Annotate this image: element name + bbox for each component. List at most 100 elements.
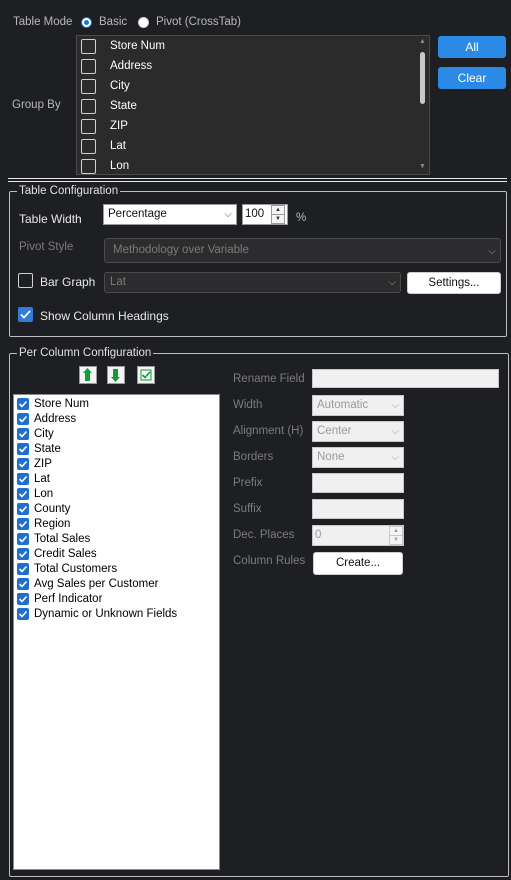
alignment-label: Alignment (H) bbox=[233, 425, 304, 437]
width-label: Width bbox=[233, 399, 263, 411]
checkbox[interactable] bbox=[17, 503, 29, 515]
group-by-list[interactable]: Store Num Address City State ZIP Lat Lon… bbox=[76, 35, 430, 175]
pivot-style-label: Pivot Style bbox=[19, 241, 74, 253]
spin-down-icon[interactable]: ▼ bbox=[271, 214, 285, 224]
checkbox[interactable] bbox=[17, 533, 29, 545]
pivot-style-select[interactable]: Methodology over Variable ⌵ bbox=[104, 238, 501, 263]
group-by-scrollbar[interactable]: ▲ ▼ bbox=[417, 36, 429, 174]
bar-graph-label[interactable]: Bar Graph bbox=[40, 275, 95, 289]
chevron-down-icon: ⌵ bbox=[391, 452, 399, 463]
list-item-label: Lon bbox=[34, 488, 54, 500]
divider bbox=[8, 181, 507, 182]
checkbox[interactable] bbox=[17, 548, 29, 560]
chevron-down-icon: ⌵ bbox=[391, 426, 399, 437]
checkbox[interactable] bbox=[81, 39, 96, 54]
checkbox[interactable] bbox=[17, 398, 29, 410]
width-value: Automatic bbox=[317, 399, 369, 411]
list-item-label: State bbox=[34, 443, 61, 455]
column-list[interactable]: Store Num Address City State ZIP Lat Lon… bbox=[13, 394, 220, 870]
settings-button[interactable]: Settings... bbox=[407, 272, 501, 294]
list-item-label: Total Customers bbox=[34, 563, 118, 575]
list-item-label: Address bbox=[110, 60, 153, 72]
alignment-select[interactable]: Center ⌵ bbox=[312, 421, 404, 442]
checkbox[interactable] bbox=[17, 443, 29, 455]
table-width-label: Table Width bbox=[19, 212, 82, 226]
checkbox[interactable] bbox=[17, 488, 29, 500]
per-column-legend: Per Column Configuration bbox=[17, 347, 154, 359]
checkbox[interactable] bbox=[81, 159, 96, 174]
borders-select[interactable]: None ⌵ bbox=[312, 447, 404, 468]
spin-down-icon[interactable]: ▼ bbox=[389, 535, 403, 545]
width-select[interactable]: Automatic ⌵ bbox=[312, 395, 404, 416]
table-width-value: 100 bbox=[245, 208, 265, 220]
dec-places-label: Dec. Places bbox=[233, 529, 295, 541]
select-all-check-icon[interactable] bbox=[137, 366, 155, 384]
divider bbox=[8, 178, 507, 179]
list-item-label: Credit Sales bbox=[34, 548, 97, 560]
suffix-label: Suffix bbox=[233, 503, 262, 515]
column-rules-label: Column Rules bbox=[233, 555, 306, 567]
table-configuration-legend: Table Configuration bbox=[17, 185, 121, 197]
borders-value: None bbox=[317, 451, 345, 463]
all-button[interactable]: All bbox=[438, 36, 506, 58]
list-item-label: Lat bbox=[34, 473, 50, 485]
list-item-label: ZIP bbox=[34, 458, 52, 470]
scroll-up-icon[interactable]: ▲ bbox=[419, 38, 426, 45]
scroll-down-icon[interactable]: ▼ bbox=[419, 163, 426, 170]
bar-graph-checkbox[interactable] bbox=[18, 273, 33, 288]
list-item-label: Address bbox=[34, 413, 77, 425]
suffix-input[interactable] bbox=[312, 499, 404, 519]
checkbox[interactable] bbox=[17, 518, 29, 530]
list-item-label: Avg Sales per Customer bbox=[34, 578, 159, 590]
borders-label: Borders bbox=[233, 451, 274, 463]
checkbox[interactable] bbox=[81, 139, 96, 154]
checkbox[interactable] bbox=[81, 79, 96, 94]
pivot-style-value: Methodology over Variable bbox=[113, 244, 249, 256]
checkbox[interactable] bbox=[17, 428, 29, 440]
rename-field-label: Rename Field bbox=[233, 373, 305, 385]
pivot-radio[interactable] bbox=[138, 17, 149, 28]
chevron-down-icon: ⌵ bbox=[388, 277, 396, 288]
alignment-value: Center bbox=[317, 425, 352, 437]
basic-radio[interactable] bbox=[81, 17, 92, 28]
table-mode-label: Table Mode bbox=[13, 16, 73, 28]
move-down-icon[interactable] bbox=[107, 366, 125, 384]
list-item-label: ZIP bbox=[110, 120, 128, 132]
list-item-label: Store Num bbox=[34, 398, 89, 410]
chevron-down-icon: ⌵ bbox=[224, 209, 232, 220]
dec-places-value: 0 bbox=[315, 529, 322, 541]
basic-radio-label[interactable]: Basic bbox=[99, 16, 127, 28]
pivot-radio-label[interactable]: Pivot (CrossTab) bbox=[156, 16, 241, 28]
chevron-down-icon: ⌵ bbox=[391, 400, 399, 411]
checkbox[interactable] bbox=[17, 578, 29, 590]
table-width-mode-select[interactable]: Percentage ⌵ bbox=[103, 204, 237, 225]
bar-graph-field-value: Lat bbox=[110, 276, 126, 288]
list-item-label: Perf Indicator bbox=[34, 593, 103, 605]
clear-button[interactable]: Clear bbox=[438, 67, 506, 89]
list-item-label: Total Sales bbox=[34, 533, 91, 545]
scroll-thumb[interactable] bbox=[420, 52, 425, 104]
list-item-label: Store Num bbox=[110, 40, 165, 52]
list-item-label: City bbox=[34, 428, 54, 440]
list-item-label: County bbox=[34, 503, 71, 515]
show-headings-checkbox[interactable] bbox=[18, 307, 33, 322]
table-width-mode-value: Percentage bbox=[108, 208, 167, 220]
create-rules-button[interactable]: Create... bbox=[313, 552, 403, 575]
checkbox[interactable] bbox=[17, 413, 29, 425]
rename-field-input[interactable] bbox=[312, 369, 499, 388]
checkbox[interactable] bbox=[17, 593, 29, 605]
checkbox[interactable] bbox=[17, 473, 29, 485]
list-item-label: City bbox=[110, 80, 130, 92]
checkbox[interactable] bbox=[17, 608, 29, 620]
bar-graph-field-select[interactable]: Lat ⌵ bbox=[104, 272, 401, 293]
checkbox[interactable] bbox=[17, 458, 29, 470]
move-up-icon[interactable] bbox=[79, 366, 97, 384]
checkbox[interactable] bbox=[81, 59, 96, 74]
checkbox[interactable] bbox=[17, 563, 29, 575]
show-headings-label[interactable]: Show Column Headings bbox=[40, 309, 169, 323]
prefix-input[interactable] bbox=[312, 473, 404, 493]
list-item-label: Dynamic or Unknown Fields bbox=[34, 608, 178, 620]
width-unit-label: % bbox=[296, 212, 307, 224]
checkbox[interactable] bbox=[81, 99, 96, 114]
checkbox[interactable] bbox=[81, 119, 96, 134]
